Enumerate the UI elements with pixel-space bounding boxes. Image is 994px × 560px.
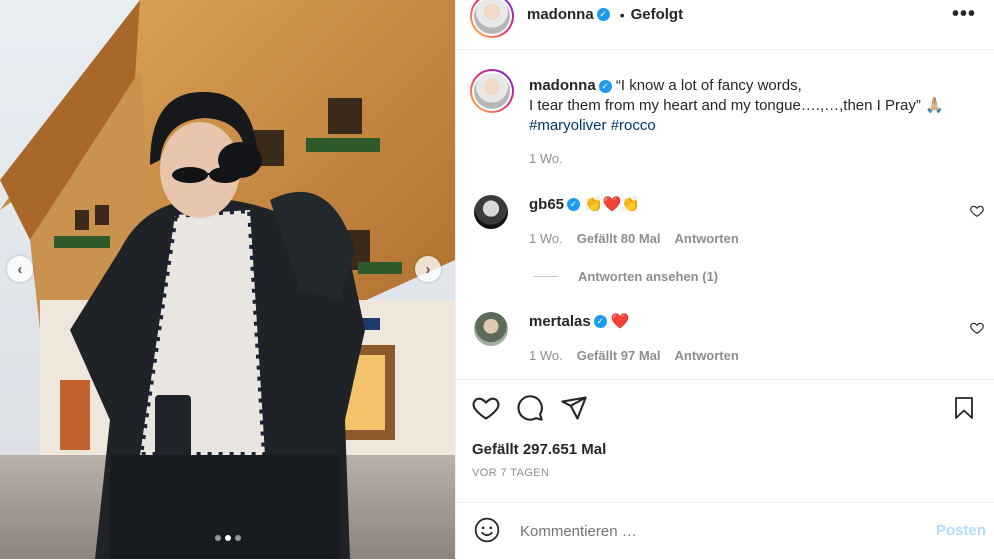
chevron-right-icon: › — [425, 260, 431, 278]
carousel-dot-active — [224, 535, 231, 541]
view-replies-button[interactable]: Antworten ansehen (1) — [534, 269, 718, 284]
bookmark-icon[interactable] — [952, 396, 976, 420]
heart-icon[interactable] — [472, 394, 500, 422]
carousel-next-button[interactable]: › — [415, 256, 441, 282]
comment-likes[interactable]: Gefällt 80 Mal — [577, 231, 661, 246]
commenter-username[interactable]: mertalas — [529, 313, 591, 330]
more-horizontal-icon: ••• — [951, 3, 976, 25]
comment-2-meta: 1 Wo. Gefällt 97 Mal Antworten — [529, 348, 739, 363]
post-photo — [0, 0, 455, 559]
likes-count[interactable]: Gefällt 297.651 Mal — [472, 441, 606, 458]
author-avatar[interactable] — [470, 0, 514, 38]
actions-divider — [456, 379, 994, 380]
carousel-prev-button[interactable]: ‹ — [7, 256, 33, 282]
comment-likes[interactable]: Gefällt 97 Mal — [577, 348, 661, 363]
send-icon[interactable] — [560, 394, 588, 422]
commenter-username[interactable]: gb65 — [529, 196, 564, 213]
post-caption: madonna ✓ “I know a lot of fancy words, I… — [529, 76, 979, 136]
commenter-avatar[interactable] — [474, 195, 508, 229]
comment-like-heart-icon[interactable] — [970, 321, 984, 335]
post-actions — [472, 394, 588, 422]
verified-badge-icon: ✓ — [596, 8, 610, 21]
chevron-left-icon: ‹ — [17, 260, 23, 278]
comment-1-meta: 1 Wo. Gefällt 80 Mal Antworten — [529, 231, 739, 246]
comment-1: gb65 ✓ 👏❤️👏 — [529, 195, 641, 214]
caption-text-line1: “I know a lot of fancy words, — [615, 77, 802, 94]
comment-timestamp[interactable]: 1 Wo. — [529, 348, 563, 363]
caption-text-line2: I tear them from my heart and my tongue…… — [529, 97, 944, 114]
add-comment-section: Posten — [456, 502, 994, 560]
caption-timestamp[interactable]: 1 Wo. — [529, 151, 563, 166]
caption-avatar[interactable] — [470, 69, 514, 113]
comment-text: 👏❤️👏 — [584, 196, 641, 213]
carousel-dot — [234, 535, 241, 541]
verified-badge-icon: ✓ — [598, 79, 612, 93]
reply-button[interactable]: Antworten — [675, 231, 739, 246]
post-photo-carousel[interactable]: ‹ › — [0, 0, 455, 559]
header-separator: • — [619, 6, 625, 23]
comment-like-heart-icon[interactable] — [970, 204, 984, 218]
post-header: madonna ✓ • Gefolgt ••• — [456, 0, 994, 50]
comment-text: ❤️ — [610, 313, 630, 330]
verified-badge-icon: ✓ — [593, 314, 607, 328]
comment-icon[interactable] — [516, 394, 544, 422]
comment-timestamp[interactable]: 1 Wo. — [529, 231, 563, 246]
commenter-avatar[interactable] — [474, 312, 508, 346]
post-details-panel: madonna ✓ • Gefolgt ••• madonna ✓ “I know… — [455, 0, 994, 559]
smiley-icon[interactable] — [474, 517, 500, 543]
comment-input[interactable] — [518, 522, 902, 541]
hashtag-link[interactable]: #maryoliver — [529, 117, 607, 134]
reply-button[interactable]: Antworten — [675, 348, 739, 363]
instagram-post: ‹ › madonna ✓ • Gefolgt ••• madonna ✓ “I… — [0, 0, 994, 559]
hashtag-link[interactable]: #rocco — [611, 117, 656, 134]
post-timestamp[interactable]: VOR 7 TAGEN — [472, 467, 549, 479]
following-button[interactable]: Gefolgt — [631, 6, 684, 23]
more-options-button[interactable]: ••• — [952, 3, 976, 26]
verified-badge-icon: ✓ — [567, 197, 581, 211]
replies-divider-line — [534, 276, 558, 277]
carousel-indicator — [0, 535, 455, 541]
comment-2: mertalas ✓ ❤️ — [529, 312, 630, 331]
author-username[interactable]: madonna — [527, 6, 594, 23]
view-replies-label: Antworten ansehen (1) — [578, 269, 719, 284]
caption-username[interactable]: madonna — [529, 77, 596, 94]
post-comment-button[interactable]: Posten — [936, 522, 986, 539]
carousel-dot — [214, 535, 221, 541]
